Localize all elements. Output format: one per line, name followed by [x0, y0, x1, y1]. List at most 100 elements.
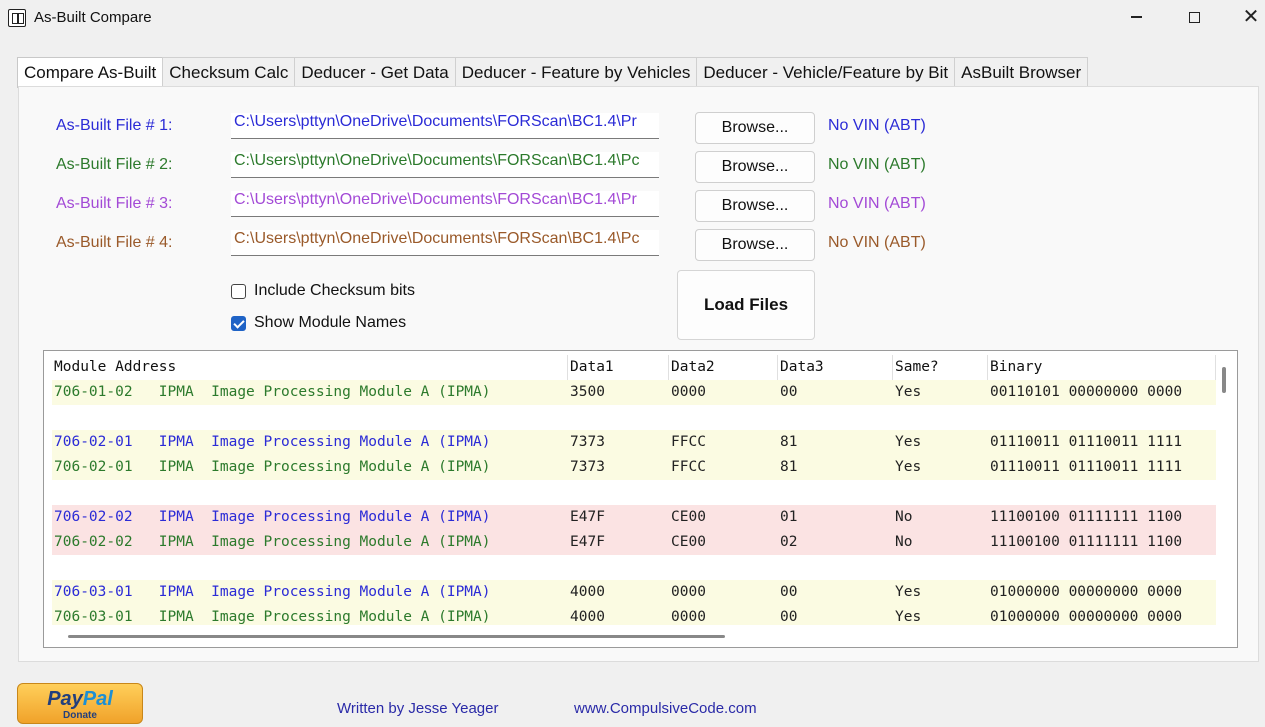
- show-module-names-checkbox[interactable]: [231, 315, 246, 331]
- cell-same: Yes: [895, 384, 922, 400]
- cell-data1: 3500: [570, 384, 605, 400]
- cell-module-address: 706-02-01 IPMA Image Processing Module A…: [54, 459, 491, 475]
- paypal-logo: PayPal: [18, 687, 142, 711]
- include-checksum-option[interactable]: Include Checksum bits: [231, 282, 415, 300]
- cell-binary: 00110101 00000000 0000: [990, 384, 1183, 400]
- cell-module-address: [52, 405, 568, 430]
- cell-binary: 01110011 01110011 1111: [990, 434, 1183, 450]
- cell-module-address: 706-01-02 IPMA Image Processing Module A…: [54, 384, 491, 400]
- tab-asbuilt-browser[interactable]: AsBuilt Browser: [954, 57, 1089, 87]
- table-row[interactable]: 706-02-02 IPMA Image Processing Module A…: [52, 505, 1216, 530]
- tab-checksum-calc[interactable]: Checksum Calc: [162, 57, 296, 87]
- file-1-label: As-Built File # 1:: [56, 117, 173, 134]
- file-4-vin: No VIN (ABT): [828, 234, 926, 251]
- cell-module-address: 706-03-01 IPMA Image Processing Module A…: [54, 609, 491, 625]
- cell-data1: 7373: [570, 459, 605, 475]
- cell-data2: FFCC: [671, 459, 706, 475]
- author-credit: Written by Jesse Yeager: [337, 700, 499, 717]
- website-link[interactable]: www.CompulsiveCode.com: [574, 700, 757, 717]
- cell-same: Yes: [895, 609, 922, 625]
- header-data1[interactable]: Data1: [568, 355, 669, 380]
- table-row[interactable]: 706-03-01 IPMA Image Processing Module A…: [52, 605, 1216, 625]
- cell-data2: FFCC: [671, 434, 706, 450]
- file-2-browse-button[interactable]: Browse...: [695, 151, 815, 183]
- cell-module-address: 706-02-02 IPMA Image Processing Module A…: [54, 534, 491, 550]
- tab-compare-as-built[interactable]: Compare As-Built: [17, 57, 164, 88]
- title-bar: As-Built Compare ✕: [0, 0, 1265, 36]
- tab-deducer-feature-by-vehicles[interactable]: Deducer - Feature by Vehicles: [454, 57, 698, 87]
- tab-strip: Compare As-Built Checksum Calc Deducer -…: [17, 57, 1089, 88]
- file-4-path-input[interactable]: C:\Users\pttyn\OneDrive\Documents\FORSca…: [231, 230, 659, 256]
- cell-data2: 0000: [671, 584, 706, 600]
- cell-binary: 01000000 00000000 0000: [990, 584, 1183, 600]
- table-row[interactable]: 706-02-01 IPMA Image Processing Module A…: [52, 430, 1216, 455]
- file-1-path-input[interactable]: C:\Users\pttyn\OneDrive\Documents\FORSca…: [231, 113, 659, 139]
- cell-same: [893, 555, 988, 580]
- table-row[interactable]: [52, 480, 1216, 505]
- header-binary[interactable]: Binary: [988, 355, 1216, 380]
- cell-data1: E47F: [570, 509, 605, 525]
- file-1-browse-button[interactable]: Browse...: [695, 112, 815, 144]
- cell-binary: [988, 555, 1216, 580]
- cell-same: Yes: [895, 459, 922, 475]
- cell-data2: CE00: [671, 509, 706, 525]
- header-module-address[interactable]: Module Address: [52, 355, 568, 380]
- include-checksum-checkbox[interactable]: [231, 283, 246, 299]
- show-module-names-label: Show Module Names: [254, 314, 407, 331]
- compare-grid[interactable]: Module Address Data1 Data2 Data3 Same? B…: [43, 350, 1238, 648]
- cell-binary: [988, 405, 1216, 430]
- table-row[interactable]: 706-02-02 IPMA Image Processing Module A…: [52, 530, 1216, 555]
- file-2-vin: No VIN (ABT): [828, 156, 926, 173]
- close-button[interactable]: ✕: [1222, 0, 1265, 34]
- cell-data1: [568, 480, 669, 505]
- cell-data2: [669, 405, 778, 430]
- cell-data3: 00: [780, 584, 798, 600]
- paypal-logo-pal: Pal: [82, 688, 113, 710]
- cell-binary: [988, 480, 1216, 505]
- file-3-browse-button[interactable]: Browse...: [695, 190, 815, 222]
- table-row[interactable]: [52, 405, 1216, 430]
- cell-module-address: 706-03-01 IPMA Image Processing Module A…: [54, 584, 491, 600]
- cell-module-address: [52, 480, 568, 505]
- header-same[interactable]: Same?: [893, 355, 988, 380]
- include-checksum-label: Include Checksum bits: [254, 282, 415, 299]
- file-4-browse-button[interactable]: Browse...: [695, 229, 815, 261]
- cell-binary: 01000000 00000000 0000: [990, 609, 1183, 625]
- window-title: As-Built Compare: [34, 9, 152, 26]
- vertical-scrollbar[interactable]: [1222, 367, 1226, 393]
- grid-header: Module Address Data1 Data2 Data3 Same? B…: [52, 355, 1216, 380]
- cell-data2: 0000: [671, 384, 706, 400]
- table-row[interactable]: 706-01-02 IPMA Image Processing Module A…: [52, 380, 1216, 405]
- header-data3[interactable]: Data3: [778, 355, 893, 380]
- maximize-button[interactable]: [1165, 0, 1223, 34]
- cell-same: [893, 405, 988, 430]
- paypal-donate-button[interactable]: PayPal Donate: [17, 683, 143, 724]
- tab-deducer-get-data[interactable]: Deducer - Get Data: [294, 57, 456, 87]
- load-files-button[interactable]: Load Files: [677, 270, 815, 340]
- show-module-names-option[interactable]: Show Module Names: [231, 314, 406, 332]
- header-data2[interactable]: Data2: [669, 355, 778, 380]
- cell-same: Yes: [895, 434, 922, 450]
- cell-module-address: [52, 555, 568, 580]
- cell-data3: [778, 480, 893, 505]
- cell-module-address: 706-02-01 IPMA Image Processing Module A…: [54, 434, 491, 450]
- grid-viewport: Module Address Data1 Data2 Data3 Same? B…: [52, 355, 1216, 625]
- file-3-vin: No VIN (ABT): [828, 195, 926, 212]
- table-row[interactable]: 706-02-01 IPMA Image Processing Module A…: [52, 455, 1216, 480]
- file-2-path-input[interactable]: C:\Users\pttyn\OneDrive\Documents\FORSca…: [231, 152, 659, 178]
- table-row[interactable]: 706-03-01 IPMA Image Processing Module A…: [52, 580, 1216, 605]
- cell-same: No: [895, 534, 913, 550]
- file-3-label: As-Built File # 3:: [56, 195, 173, 212]
- cell-data1: [568, 405, 669, 430]
- table-row[interactable]: [52, 555, 1216, 580]
- maximize-icon: [1188, 11, 1200, 23]
- horizontal-scrollbar[interactable]: [68, 635, 725, 638]
- paypal-logo-pay: Pay: [47, 688, 83, 710]
- minimize-button[interactable]: [1107, 0, 1165, 34]
- cell-data3: 00: [780, 384, 798, 400]
- tab-deducer-vehicle-feature-by-bit[interactable]: Deducer - Vehicle/Feature by Bit: [696, 57, 956, 87]
- cell-data2: [669, 555, 778, 580]
- minimize-icon: [1130, 16, 1142, 18]
- cell-same: [893, 480, 988, 505]
- file-3-path-input[interactable]: C:\Users\pttyn\OneDrive\Documents\FORSca…: [231, 191, 659, 217]
